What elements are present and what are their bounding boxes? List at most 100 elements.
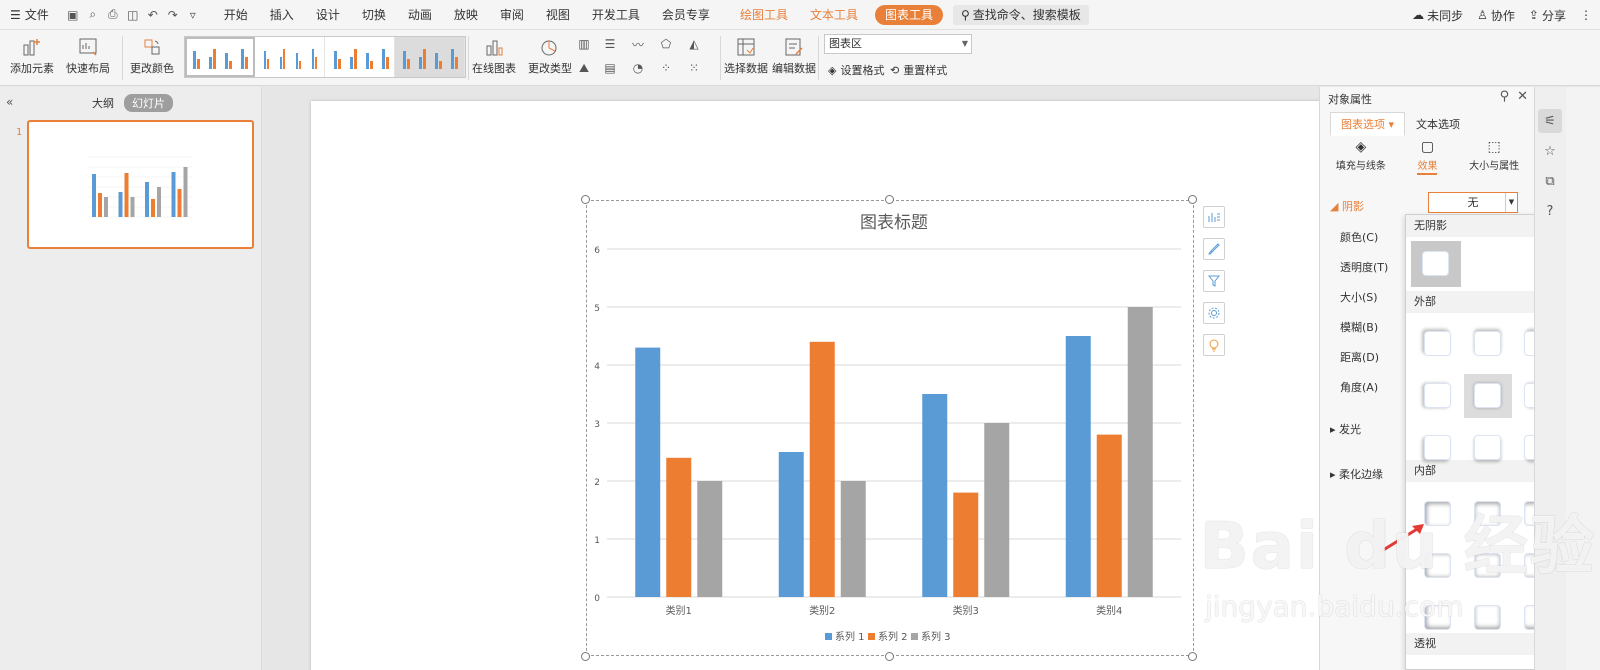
subtab-fill-line[interactable]: ◈ 填充与线条 [1336,139,1386,175]
inner-shadow-option[interactable] [1464,492,1512,536]
file-menu[interactable]: ☰ 文件 [0,0,59,30]
stock-chart-icon[interactable]: ▤ [600,60,620,76]
collapse-panel-icon[interactable]: « [6,95,13,109]
tab-animations[interactable]: 动画 [397,0,443,30]
bar-chart-icon[interactable]: ☰ [600,36,620,52]
slide-thumbnail[interactable] [27,120,254,249]
chart-style-4[interactable] [395,37,465,77]
bar [953,492,979,597]
command-search[interactable]: ⚲ 查找命令、搜索模板 [952,4,1089,25]
change-type-button[interactable]: 更改类型 [528,34,572,76]
tab-chart-options[interactable]: 图表选项 ▾ [1330,112,1406,136]
pane-scrollbar[interactable] [1566,87,1600,670]
chart-elements-button[interactable] [1203,206,1225,228]
tab-drawing-tools[interactable]: 绘图工具 [729,0,799,30]
column-chart-icon[interactable]: ▥ [574,36,594,52]
add-element-button[interactable]: 添加元素 [10,34,54,76]
undo-icon[interactable]: ↶ [145,7,161,23]
thumbnail-bar [171,172,176,217]
tab-design[interactable]: 设计 [305,0,351,30]
subtab-effects[interactable]: ▢ 效果 [1417,139,1438,175]
chart-frame[interactable]: 图表标题 0 1 2 3 4 5 6 类别1 类别2 类别3 类别4 系列 1 系列 2 系列 3 [586,200,1194,656]
more-menu-icon[interactable]: ⋮ [1580,8,1592,22]
tab-slideshow[interactable]: 放映 [443,0,489,30]
reset-style-button[interactable]: ⟲ 重置样式 [890,62,947,78]
combo-chart-icon[interactable]: ⁙ [684,60,704,76]
outer-shadow-option[interactable] [1414,426,1462,470]
tab-review[interactable]: 审阅 [489,0,535,30]
inner-shadow-option[interactable] [1414,596,1462,640]
pie-chart-icon[interactable]: ◔ [628,60,648,76]
tab-membership[interactable]: 会员专享 [651,0,721,30]
edit-data-button[interactable]: 编辑数据 [772,34,816,76]
pin-icon[interactable]: ⚲ [1500,89,1510,104]
customize-toolbar-icon[interactable]: ▿ [185,7,201,23]
tab-view[interactable]: 视图 [535,0,581,30]
legend-swatch [911,633,918,640]
animation-icon[interactable]: ⧉ [1538,169,1562,193]
soft-edges-section[interactable]: ▸ 柔化边缘 [1330,466,1383,482]
search-icon: ⚲ [960,7,970,22]
radar-chart-icon[interactable]: ⬠ [656,36,676,52]
outer-shadow-option[interactable] [1414,322,1462,366]
print-icon[interactable]: ⎙ [105,7,121,23]
resize-handle[interactable] [581,652,590,661]
chart-element-select[interactable]: 图表区 ▼ [824,34,972,54]
chart-style-1[interactable] [185,37,255,77]
chart-style-3[interactable] [325,37,395,77]
inner-shadow-option[interactable] [1464,596,1512,640]
online-chart-button[interactable]: 在线图表 [472,34,516,76]
tab-chart-tools[interactable]: 图表工具 [874,4,943,25]
save-icon[interactable]: ▣ [65,7,81,23]
outer-shadow-option[interactable] [1464,374,1512,418]
quick-layout-button[interactable]: 快速布局 [66,34,110,76]
resize-handle[interactable] [581,195,590,204]
change-color-button[interactable]: 更改颜色 [130,34,174,76]
chart-settings-button[interactable] [1203,302,1225,324]
resize-handle[interactable] [1188,195,1197,204]
print-preview-icon[interactable]: ◫ [125,7,141,23]
outer-shadow-option[interactable] [1464,322,1512,366]
chart-suggest-button[interactable] [1203,334,1225,356]
tab-developer[interactable]: 开发工具 [581,0,651,30]
resize-handle[interactable] [885,652,894,661]
pin-tool-icon[interactable]: ☆ [1538,139,1562,163]
collab-button[interactable]: ♙ 协作 [1477,7,1515,24]
format-painter-icon[interactable]: ⌕ [85,7,101,23]
tab-outline[interactable]: 大纲 [92,95,114,111]
resize-handle[interactable] [1188,652,1197,661]
tab-slides[interactable]: 幻灯片 [124,94,173,112]
shadow-section[interactable]: ◢ 阴影 [1330,198,1364,214]
select-data-button[interactable]: 选择数据 [724,34,768,76]
shadow-preset-select[interactable]: 无 ▼ [1428,192,1518,213]
properties-icon[interactable]: ⚟ [1538,109,1562,133]
inner-shadow-option[interactable] [1464,544,1512,588]
tab-transitions[interactable]: 切换 [351,0,397,30]
tab-home[interactable]: 开始 [213,0,259,30]
line-chart-icon[interactable]: 〰 [628,36,648,52]
scatter-chart-icon[interactable]: ⁘ [656,60,676,76]
outer-shadow-option[interactable] [1464,426,1512,470]
glow-section[interactable]: ▸ 发光 [1330,421,1361,437]
tab-text-tools[interactable]: 文本工具 [799,0,869,30]
outer-shadow-option[interactable] [1414,374,1462,418]
area-chart-icon[interactable]: ◭ [684,36,704,52]
help-icon[interactable]: ? [1538,199,1562,223]
set-format-button[interactable]: ◈ 设置格式 [828,62,884,78]
map-chart-icon[interactable]: ⛰ [574,60,594,76]
chart-style-button[interactable] [1203,238,1225,260]
resize-handle[interactable] [885,195,894,204]
close-icon[interactable]: ✕ [1517,89,1528,104]
online-chart-icon [481,34,507,60]
chart-style-2[interactable] [255,37,325,77]
subtab-size-props[interactable]: ⬚ 大小与属性 [1469,139,1519,175]
redo-icon[interactable]: ↷ [165,7,181,23]
share-button[interactable]: ⇪ 分享 [1529,7,1566,24]
shadow-blur-label: 模糊(B) [1340,321,1379,334]
no-shadow-option[interactable] [1411,241,1461,287]
chart-filter-button[interactable] [1203,270,1225,292]
tab-text-options[interactable]: 文本选项 [1405,112,1471,136]
chart-title: 图表标题 [860,213,928,233]
sync-button[interactable]: ☁ 未同步 [1412,7,1463,24]
tab-insert[interactable]: 插入 [259,0,305,30]
